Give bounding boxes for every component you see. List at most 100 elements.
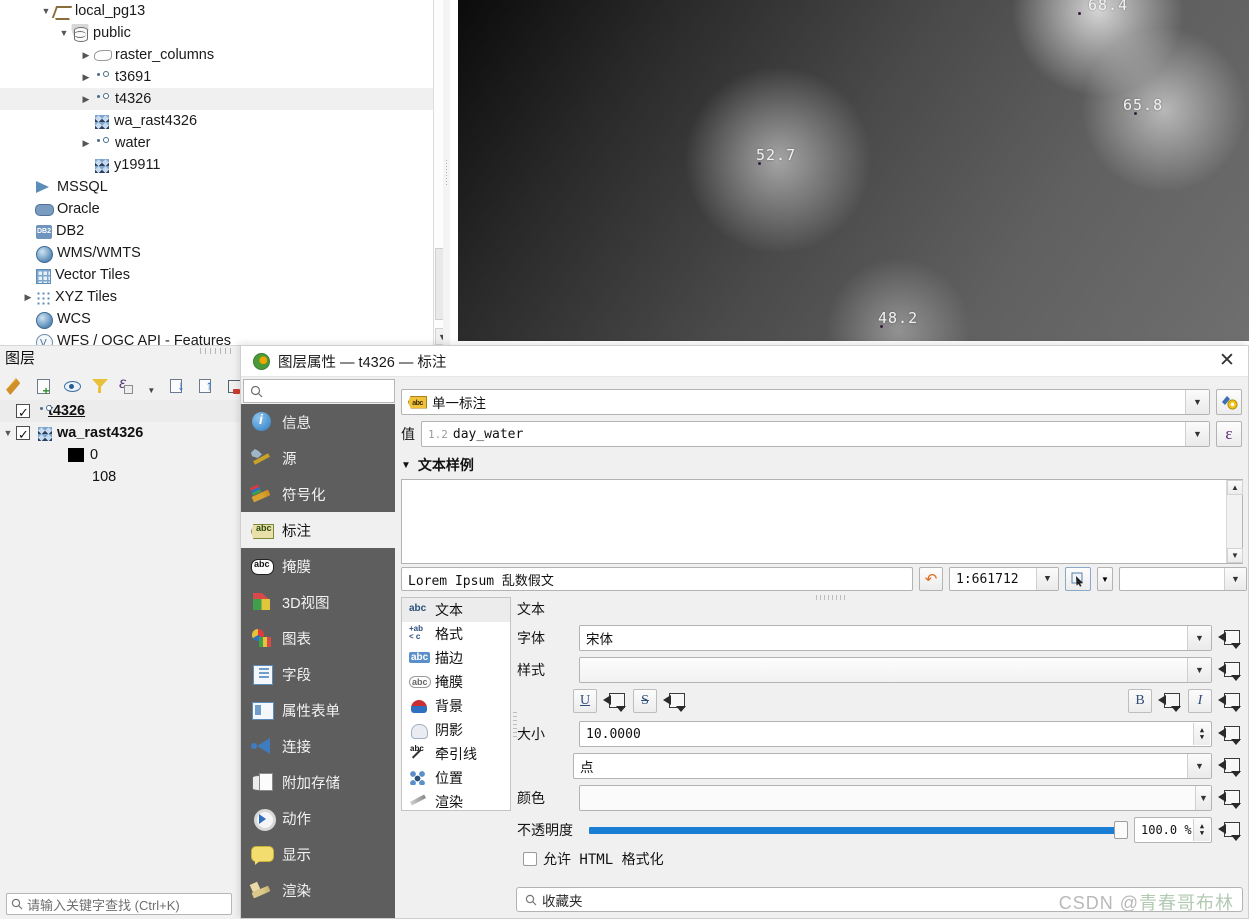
label-subtab-4[interactable]: 背景 xyxy=(402,694,510,718)
chevron-right-icon[interactable] xyxy=(80,88,92,110)
allow-html-checkbox[interactable] xyxy=(523,852,537,866)
chevron-right-icon[interactable] xyxy=(22,286,34,308)
panel-splitter-vertical[interactable] xyxy=(443,0,450,345)
expression-button[interactable]: ε xyxy=(1216,421,1242,447)
layers-list[interactable]: t4326 wa_rast4326 0 108 xyxy=(0,400,240,488)
form-splitter-grip[interactable] xyxy=(513,712,517,738)
label-subtab-7[interactable]: 位置 xyxy=(402,766,510,790)
font-style-combo[interactable]: ▼ xyxy=(579,657,1212,683)
italic-data-defined-override-icon[interactable] xyxy=(1218,690,1242,712)
layer-list-item[interactable]: wa_rast4326 xyxy=(0,422,240,446)
allow-html-row[interactable]: 允许 HTML 格式化 xyxy=(523,849,664,869)
dialog-nav-item-4[interactable]: 掩膜 xyxy=(241,548,395,584)
underline-data-defined-override-icon[interactable] xyxy=(603,690,627,712)
underline-button[interactable]: U xyxy=(573,689,597,713)
chevron-down-icon[interactable]: ▼ xyxy=(1224,568,1246,590)
close-icon[interactable]: ✕ xyxy=(1216,351,1238,373)
preview-extra-combo[interactable]: ▼ xyxy=(1119,567,1247,591)
favorites-search-box[interactable]: 收藏夹 xyxy=(516,887,1243,912)
bold-data-defined-override-icon[interactable] xyxy=(1158,690,1182,712)
browser-node-t3691[interactable]: t3691 xyxy=(0,66,450,88)
dialog-nav-item-1[interactable]: 源 xyxy=(241,440,395,476)
chevron-down-icon[interactable]: ▼ xyxy=(1187,658,1211,682)
opacity-slider-knob[interactable] xyxy=(1114,821,1128,839)
text-preview-canvas[interactable]: ▲ ▼ xyxy=(401,479,1243,564)
labeling-mode-combo[interactable]: abc 单一标注 ▼ xyxy=(401,389,1210,415)
chevron-down-icon[interactable] xyxy=(58,22,70,44)
sample-text-input[interactable]: Lorem Ipsum 乱数假文 xyxy=(401,567,913,591)
label-subtab-2[interactable]: 描边 xyxy=(402,646,510,670)
layer-visibility-checkbox[interactable] xyxy=(16,402,30,424)
opacity-stepper[interactable]: ▲ ▼ xyxy=(1193,819,1210,841)
browser-node-db2[interactable]: DB2 DB2 xyxy=(0,220,450,242)
browser-node-wcs[interactable]: WCS xyxy=(0,308,450,330)
strikethrough-data-defined-override-icon[interactable] xyxy=(663,690,687,712)
browser-node-raster-columns[interactable]: raster_columns xyxy=(0,44,450,66)
font-size-input[interactable]: 10.0000 ▲ ▼ xyxy=(579,721,1212,747)
chevron-right-icon[interactable] xyxy=(80,66,92,88)
dialog-sidebar-nav[interactable]: 信息源符号化标注掩膜 3D视图图表字段属性表单连接附加存储动作显示渲染 xyxy=(241,404,395,918)
dialog-nav-item-12[interactable]: 显示 xyxy=(241,836,395,872)
dialog-search-input[interactable] xyxy=(243,379,395,403)
dialog-nav-item-2[interactable]: 符号化 xyxy=(241,476,395,512)
map-canvas[interactable]: 68.4 65.8 52.7 48.2 xyxy=(458,0,1249,341)
browser-node-wfs-ogc-api-features[interactable]: WFS / OGC API - Features xyxy=(0,330,450,345)
layer-visibility-checkbox[interactable] xyxy=(16,424,30,446)
size-unit-data-defined-override-icon[interactable] xyxy=(1218,755,1242,777)
layers-toolbar[interactable] xyxy=(0,372,243,400)
browser-node-water[interactable]: water xyxy=(0,132,450,154)
pick-color-from-map-button[interactable] xyxy=(1065,567,1091,591)
browser-node-t4326[interactable]: t4326 xyxy=(0,88,450,110)
filter-legend-icon[interactable] xyxy=(91,377,109,395)
text-sample-section-header[interactable]: ▼ 文本样例 xyxy=(401,455,474,475)
browser-node-public[interactable]: public xyxy=(0,22,450,44)
opacity-slider[interactable] xyxy=(589,821,1128,839)
revert-sample-text-button[interactable]: ↶ xyxy=(919,567,943,591)
font-size-unit-combo[interactable]: 点 ▼ xyxy=(573,753,1212,779)
filter-expression-icon[interactable] xyxy=(119,375,134,395)
chevron-down-icon[interactable]: ▼ xyxy=(401,460,411,471)
label-subtab-list[interactable]: 文本格式描边掩膜背景阴影牵引线位置渲染 xyxy=(401,597,511,811)
browser-node-local-pg13[interactable]: local_pg13 xyxy=(0,0,450,22)
opacity-data-defined-override-icon[interactable] xyxy=(1218,819,1242,841)
labeling-settings-button[interactable] xyxy=(1216,389,1242,415)
font-family-combo[interactable]: 宋体 ▼ xyxy=(579,625,1212,651)
open-layer-styling-icon[interactable] xyxy=(6,377,21,395)
label-subtab-3[interactable]: 掩膜 xyxy=(402,670,510,694)
dialog-nav-item-3[interactable]: 标注 xyxy=(241,512,395,548)
map-feature-point[interactable] xyxy=(1134,112,1137,115)
browser-node-mssql[interactable]: MSSQL xyxy=(0,176,450,198)
value-field-combo[interactable]: 1.2 day_water ▼ xyxy=(421,421,1210,447)
browser-node-xyz-tiles[interactable]: XYZ Tiles xyxy=(0,286,450,308)
style-data-defined-override-icon[interactable] xyxy=(1218,659,1242,681)
label-subtab-6[interactable]: 牵引线 xyxy=(402,742,510,766)
chevron-down-icon[interactable]: ▼ xyxy=(1036,568,1058,590)
size-data-defined-override-icon[interactable] xyxy=(1218,723,1242,745)
chevron-right-icon[interactable] xyxy=(80,44,92,66)
strikethrough-button[interactable]: S xyxy=(633,689,657,713)
chevron-down-icon[interactable] xyxy=(40,0,52,22)
collapse-all-icon[interactable] xyxy=(198,377,213,395)
pick-color-dropdown-button[interactable]: ▼ xyxy=(1097,567,1113,591)
preview-scroll-up-arrow[interactable]: ▲ xyxy=(1227,480,1243,495)
chevron-down-icon[interactable] xyxy=(147,381,155,391)
dialog-nav-item-8[interactable]: 属性表单 xyxy=(241,692,395,728)
expand-all-icon[interactable] xyxy=(169,377,185,395)
browser-node-wms-wmts[interactable]: WMS/WMTS xyxy=(0,242,450,264)
preview-scrollbar[interactable]: ▲ ▼ xyxy=(1226,480,1243,563)
dialog-nav-item-5[interactable]: 3D视图 xyxy=(241,584,395,620)
bold-button[interactable]: B xyxy=(1128,689,1152,713)
font-data-defined-override-icon[interactable] xyxy=(1218,627,1242,649)
layer-list-item[interactable]: 108 xyxy=(0,466,240,488)
map-feature-point[interactable] xyxy=(758,162,761,165)
status-bar-search[interactable]: 请输入关键字查找 (Ctrl+K) xyxy=(6,893,232,915)
dialog-nav-item-10[interactable]: 附加存储 xyxy=(241,764,395,800)
browser-tree[interactable]: local_pg13public raster_columns t3691 t4326… xyxy=(0,0,450,345)
chevron-right-icon[interactable] xyxy=(80,132,92,154)
layers-panel-grip[interactable] xyxy=(200,348,232,354)
dialog-titlebar[interactable]: 图层属性 — t4326 — 标注 ✕ xyxy=(241,346,1248,377)
browser-node-vector-tiles[interactable]: Vector Tiles xyxy=(0,264,450,286)
add-group-icon[interactable] xyxy=(34,377,51,398)
label-subtab-5[interactable]: 阴影 xyxy=(402,718,510,742)
chevron-down-icon[interactable]: ▼ xyxy=(1195,786,1211,810)
